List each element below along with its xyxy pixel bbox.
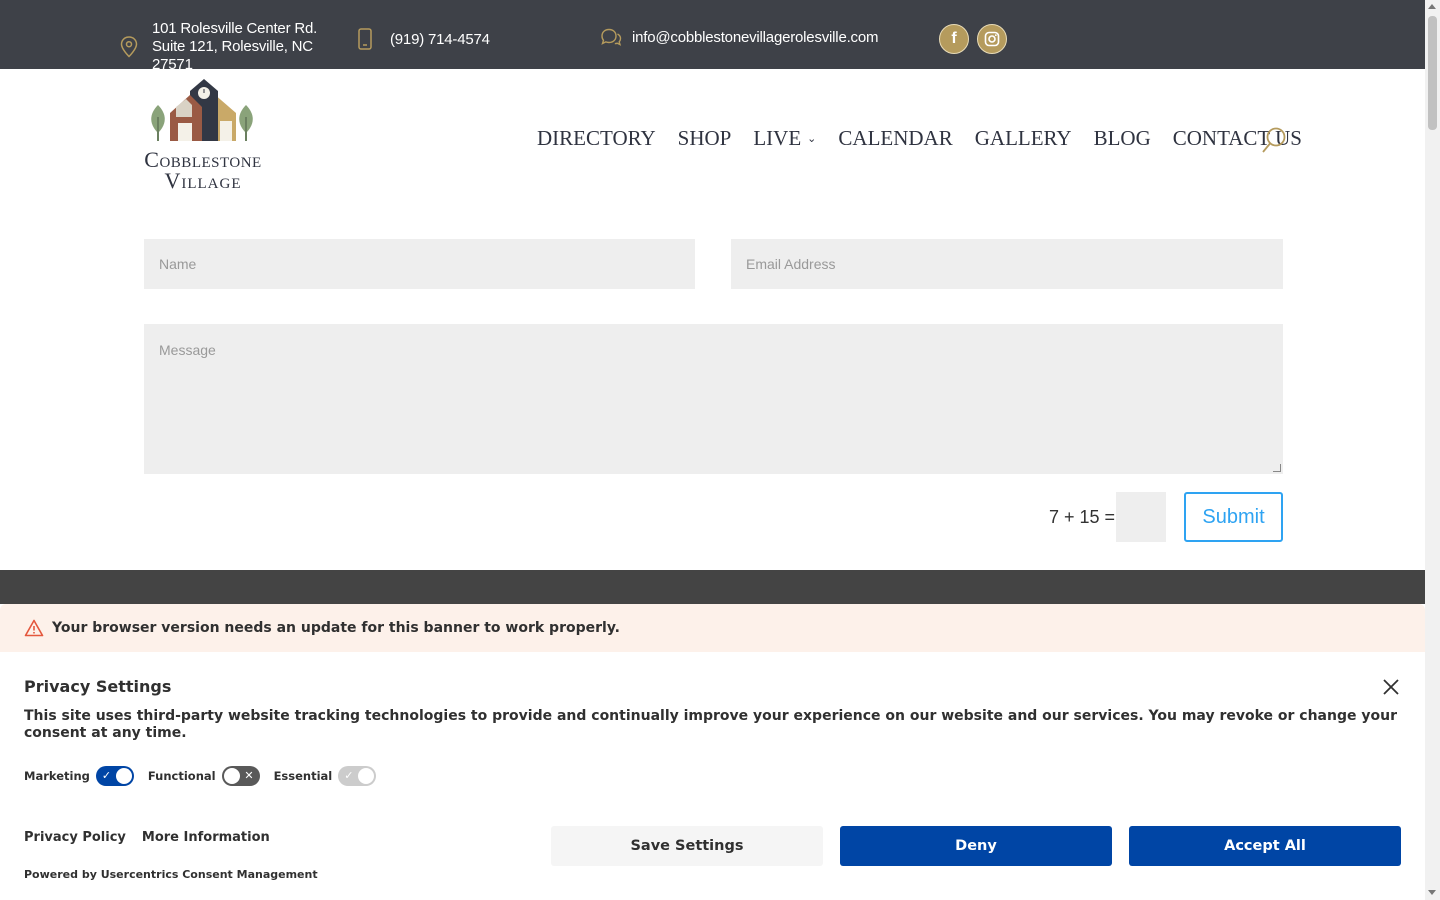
nav-item-label: DIRECTORY	[537, 126, 656, 150]
essential-toggle: ✓	[338, 766, 377, 786]
toggle-label-marketing: Marketing	[24, 769, 90, 783]
nav-item-label: LIVE	[753, 126, 802, 150]
marketing-toggle[interactable]: ✓	[95, 766, 134, 786]
powered-by-text[interactable]: Powered by Usercentrics Consent Manageme…	[24, 868, 318, 881]
warning-text: Your browser version needs an update for…	[52, 620, 620, 636]
email-placeholder: Email Address	[746, 256, 836, 272]
logo-line-2: Village	[164, 168, 242, 193]
browser-warning: Your browser version needs an update for…	[0, 604, 1425, 652]
scrollbar-thumb[interactable]	[1428, 16, 1437, 130]
phone-info[interactable]: (919) 714-4574	[358, 28, 490, 50]
more-information-link[interactable]: More Information	[142, 830, 270, 845]
nav-item-live[interactable]: LIVE ⌄	[753, 126, 816, 151]
captcha-question: 7 + 15 =	[1049, 507, 1116, 527]
toggle-label-essential: Essential	[273, 769, 333, 783]
phone-text[interactable]: (919) 714-4574	[390, 31, 490, 48]
phone-icon	[358, 28, 372, 50]
toggle-label-functional: Functional	[147, 769, 216, 783]
chevron-down-icon: ⌄	[807, 133, 817, 145]
nav-item-label: CALENDAR	[838, 126, 953, 150]
address-text: 101 Rolesville Center Rd. Suite 121, Rol…	[152, 20, 318, 73]
close-icon[interactable]	[1381, 677, 1401, 697]
map-pin-icon	[120, 36, 138, 58]
scroll-down-arrow-icon[interactable]	[1428, 890, 1436, 895]
search-icon[interactable]	[1261, 126, 1287, 154]
chat-bubbles-icon	[601, 28, 622, 46]
email-info[interactable]: info@cobblestonevillagerolesville.com	[600, 28, 878, 46]
facebook-icon[interactable]: f	[939, 24, 969, 54]
banner-links: Privacy Policy More Information	[24, 830, 286, 845]
village-houses-icon	[151, 79, 253, 141]
consent-toggles: Marketing ✓ Functional ✕ Essential ✓	[24, 766, 390, 786]
resize-handle[interactable]	[1273, 464, 1281, 472]
nav-item-label: SHOP	[677, 126, 732, 150]
check-icon: ✓	[101, 769, 112, 782]
nav-item-blog[interactable]: BLOG	[1094, 126, 1151, 151]
nav-item-label: GALLERY	[974, 126, 1072, 150]
page-scrollbar[interactable]	[1425, 0, 1440, 900]
email-input[interactable]: Email Address	[731, 239, 1283, 289]
nav-item-directory[interactable]: DIRECTORY	[537, 126, 656, 151]
nav-item-gallery[interactable]: GALLERY	[975, 126, 1072, 151]
nav-item-shop[interactable]: SHOP	[678, 126, 732, 151]
message-placeholder: Message	[159, 342, 216, 358]
functional-toggle[interactable]: ✕	[221, 766, 260, 786]
privacy-consent-banner: Your browser version needs an update for…	[0, 604, 1425, 900]
nav-item-label: BLOG	[1093, 126, 1151, 150]
accept-all-button[interactable]: Accept All	[1129, 826, 1401, 866]
banner-description: This site uses third-party website track…	[24, 708, 1397, 741]
main-nav: DIRECTORY SHOP LIVE ⌄ CALENDAR GALLERY BL…	[537, 126, 1324, 151]
warning-icon	[24, 619, 44, 637]
save-settings-button[interactable]: Save Settings	[551, 826, 823, 866]
nav-item-calendar[interactable]: CALENDAR	[838, 126, 952, 151]
banner-title: Privacy Settings	[24, 677, 172, 696]
instagram-icon[interactable]	[977, 24, 1007, 54]
site-logo[interactable]: Cobblestone Village	[128, 77, 278, 193]
footer-band	[0, 570, 1425, 604]
name-placeholder: Name	[159, 256, 197, 272]
submit-button[interactable]: Submit	[1184, 492, 1283, 542]
x-icon: ✕	[244, 769, 254, 782]
top-info-bar: 101 Rolesville Center Rd. Suite 121, Rol…	[0, 0, 1425, 73]
check-icon: ✓	[344, 769, 354, 782]
name-input[interactable]: Name	[144, 239, 695, 289]
scroll-up-arrow-icon[interactable]	[1428, 4, 1436, 9]
captcha-input[interactable]	[1116, 492, 1166, 542]
privacy-policy-link[interactable]: Privacy Policy	[24, 830, 126, 845]
email-text[interactable]: info@cobblestonevillagerolesville.com	[632, 29, 878, 46]
message-textarea[interactable]: Message	[144, 324, 1283, 474]
deny-button[interactable]: Deny	[840, 826, 1112, 866]
address-info: 101 Rolesville Center Rd. Suite 121, Rol…	[120, 20, 337, 74]
